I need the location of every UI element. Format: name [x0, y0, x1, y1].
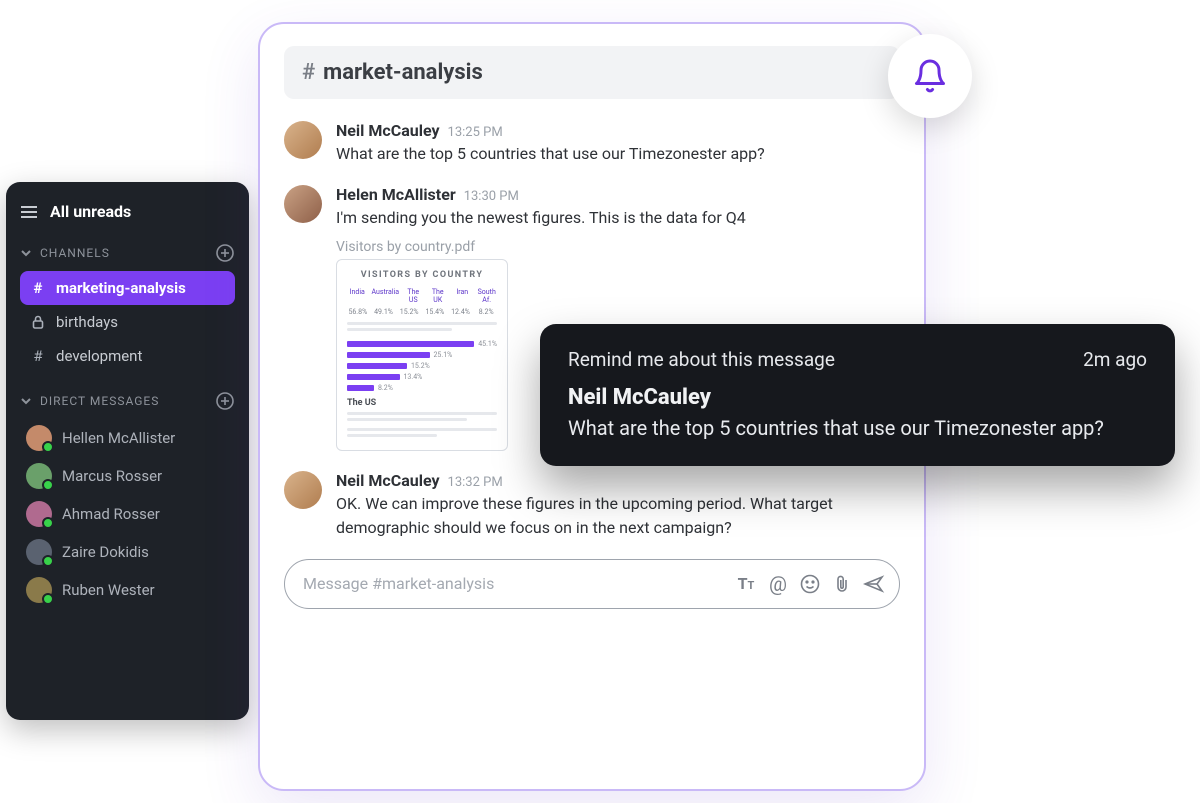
avatar — [26, 463, 52, 489]
table-row: 56.8% 49.1% 15.2% 15.4% 12.4% 8.2% — [347, 308, 497, 316]
table-header: India Australia The US The UK Iran South… — [347, 288, 497, 304]
hash-icon: # — [302, 60, 315, 85]
emoji-button[interactable] — [799, 573, 821, 595]
reminder-toast[interactable]: Remind me about this message 2m ago Neil… — [540, 324, 1175, 466]
channels-section-header[interactable]: CHANNELS — [20, 243, 235, 263]
list-icon — [20, 205, 38, 219]
channel-header[interactable]: # market-analysis — [284, 46, 900, 99]
channel-label: birthdays — [56, 313, 118, 331]
avatar — [26, 539, 52, 565]
chart-bar: 25.1% — [347, 351, 497, 359]
message[interactable]: Neil McCauley 13:32 PM OK. We can improv… — [284, 471, 900, 538]
message-text: I'm sending you the newest figures. This… — [336, 206, 900, 229]
paperclip-icon — [833, 574, 851, 594]
hash-icon: # — [30, 347, 46, 365]
bell-icon — [912, 58, 948, 94]
dm-label: Ahmad Rosser — [62, 505, 160, 523]
message[interactable]: Neil McCauley 13:25 PM What are the top … — [284, 121, 900, 165]
status-online-icon — [42, 555, 54, 567]
toast-author: Neil McCauley — [568, 385, 1147, 410]
lock-icon — [30, 315, 46, 329]
plus-circle-icon — [216, 392, 234, 410]
toast-text: What are the top 5 countries that use ou… — [568, 414, 1147, 442]
message-input[interactable] — [303, 574, 725, 593]
all-unreads-label: All unreads — [50, 202, 131, 221]
hash-icon: # — [30, 279, 46, 297]
chart-bar: 45.1% — [347, 340, 497, 348]
smiley-icon — [800, 574, 820, 594]
attachment-filename: Visitors by country.pdf — [336, 239, 900, 255]
attachment-preview[interactable]: VISITORS BY COUNTRY India Australia The … — [336, 259, 508, 451]
channels-label: CHANNELS — [40, 246, 110, 260]
message-composer: TT @ — [284, 559, 900, 609]
channel-label: marketing-analysis — [56, 279, 186, 297]
message-author: Helen McAllister — [336, 185, 456, 204]
status-online-icon — [42, 517, 54, 529]
send-icon — [863, 574, 885, 594]
add-dm-button[interactable] — [215, 391, 235, 411]
avatar — [26, 425, 52, 451]
dm-marcus-rosser[interactable]: Marcus Rosser — [20, 457, 235, 495]
status-online-icon — [42, 479, 54, 491]
message-author: Neil McCauley — [336, 121, 440, 140]
chevron-down-icon — [20, 247, 32, 259]
avatar — [284, 471, 322, 509]
dm-zaire-dokidis[interactable]: Zaire Dokidis — [20, 533, 235, 571]
message-text: OK. We can improve these figures in the … — [336, 492, 900, 538]
avatar — [284, 121, 322, 159]
chevron-down-icon — [20, 395, 32, 407]
at-icon: @ — [769, 572, 787, 596]
toast-age: 2m ago — [1083, 348, 1147, 371]
plus-circle-icon — [216, 244, 234, 262]
attachment-title: VISITORS BY COUNTRY — [347, 270, 497, 280]
sidebar: All unreads CHANNELS # marketing-analysi… — [6, 182, 249, 720]
chart-bar: 13.4% — [347, 373, 497, 381]
formatting-button[interactable]: TT — [735, 573, 757, 595]
message-time: 13:32 PM — [448, 475, 503, 490]
mention-button[interactable]: @ — [767, 573, 789, 595]
sidebar-channel-marketing-analysis[interactable]: # marketing-analysis — [20, 271, 235, 305]
send-button[interactable] — [863, 573, 885, 595]
all-unreads[interactable]: All unreads — [20, 202, 235, 221]
message-author: Neil McCauley — [336, 471, 440, 490]
avatar — [26, 501, 52, 527]
attach-button[interactable] — [831, 573, 853, 595]
attachment-subheading: The US — [347, 398, 497, 408]
sidebar-channel-development[interactable]: # development — [20, 339, 235, 373]
dm-label: Ruben Wester — [62, 581, 155, 599]
toast-title: Remind me about this message — [568, 348, 835, 371]
dm-label: Zaire Dokidis — [62, 543, 149, 561]
dm-section-header[interactable]: DIRECT MESSAGES — [20, 391, 235, 411]
avatar — [284, 185, 322, 223]
message-time: 13:25 PM — [448, 125, 503, 140]
dm-label: DIRECT MESSAGES — [40, 394, 159, 408]
channel-label: development — [56, 347, 142, 365]
message-text: What are the top 5 countries that use ou… — [336, 142, 900, 165]
text-format-icon: TT — [738, 574, 755, 593]
dm-ruben-wester[interactable]: Ruben Wester — [20, 571, 235, 609]
status-online-icon — [42, 593, 54, 605]
dm-label: Marcus Rosser — [62, 467, 162, 485]
channel-name: market-analysis — [323, 60, 483, 85]
chart-bar: 8.2% — [347, 384, 497, 392]
message-time: 13:30 PM — [464, 189, 519, 204]
dm-hellen-mcallister[interactable]: Hellen McAllister — [20, 419, 235, 457]
dm-label: Hellen McAllister — [62, 429, 175, 447]
dm-ahmad-rosser[interactable]: Ahmad Rosser — [20, 495, 235, 533]
sidebar-channel-birthdays[interactable]: birthdays — [20, 305, 235, 339]
chart-bar: 15.2% — [347, 362, 497, 370]
notifications-button[interactable] — [888, 34, 972, 118]
add-channel-button[interactable] — [215, 243, 235, 263]
status-online-icon — [42, 441, 54, 453]
avatar — [26, 577, 52, 603]
